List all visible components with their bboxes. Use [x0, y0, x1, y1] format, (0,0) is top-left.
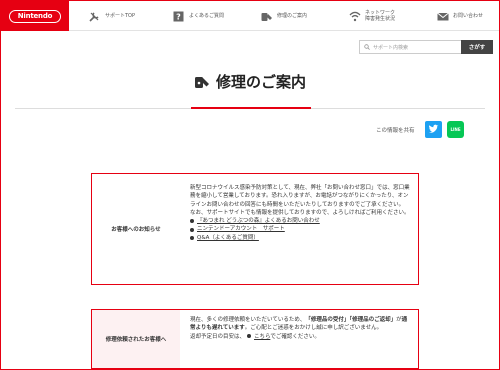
site-header: Nintendo サポートTOP ? よくあるご質問 修理のご案内 ネットワーク…	[1, 1, 499, 31]
link-animal-crossing-faq[interactable]: 『あつまれ どうぶつの森』よくあるお問い合わせ	[197, 217, 320, 225]
notice-heading: 修理依頼されたお客様へ	[105, 337, 167, 343]
title-underline	[191, 107, 311, 109]
svg-text:?: ?	[176, 12, 181, 21]
mail-icon	[437, 11, 449, 22]
nintendo-logo[interactable]: Nintendo	[1, 1, 69, 31]
support-search: サポート内検索 さがす	[359, 40, 493, 54]
notice-repair-customers: 修理依頼されたお客様へ 現在、多くの修理依頼をいただいているため、「修理品の受付…	[91, 309, 419, 369]
nav-faq[interactable]: ? よくあるご質問	[173, 1, 224, 31]
twitter-share-button[interactable]	[425, 121, 442, 138]
line-share-button[interactable]: LINE	[447, 121, 464, 138]
nav-label: 修理のご案内	[277, 13, 308, 19]
repair-icon	[261, 11, 272, 22]
bullet-icon	[247, 333, 252, 338]
twitter-icon	[429, 124, 439, 133]
list-item: 『あつまれ どうぶつの森』よくあるお問い合わせ	[190, 217, 410, 225]
logo-text: Nintendo	[9, 10, 61, 23]
bullet-icon	[190, 227, 194, 232]
bullet-icon	[190, 235, 194, 240]
nav-label: サポートTOP	[105, 13, 136, 19]
nav-label: お問い合わせ	[453, 13, 484, 19]
nav-contact[interactable]: お問い合わせ	[437, 1, 483, 31]
nav-support-top[interactable]: サポートTOP	[89, 1, 135, 31]
repair-icon	[194, 76, 209, 88]
bullet-icon	[190, 219, 194, 224]
nav-label: よくあるご質問	[189, 13, 225, 19]
list-item: ニンテンドーアカウント サポート	[190, 225, 410, 233]
title-area: 修理のご案内	[1, 71, 499, 93]
nav-repair[interactable]: 修理のご案内	[261, 1, 307, 31]
notice-customers: お客様へのお知らせ 新型コロナウイルス感染予防対策として、現在、弊社「お問い合わ…	[91, 173, 419, 285]
link-list: 『あつまれ どうぶつの森』よくあるお問い合わせ ニンテンドーアカウント サポート…	[190, 217, 410, 242]
share-label: この情報を共有	[376, 128, 415, 134]
notice-paragraph: 新型コロナウイルス感染予防対策として、現在、弊社「お問い合わせ窓口」では、窓口業…	[190, 185, 410, 208]
question-icon: ?	[173, 11, 184, 22]
link-return-date[interactable]: こちら	[254, 334, 270, 340]
link-nintendo-account-support[interactable]: ニンテンドーアカウント サポート	[197, 225, 285, 233]
nav-network-status[interactable]: ネットワーク 障害発生状況	[349, 1, 395, 31]
page-title: 修理のご案内	[194, 71, 306, 92]
link-qa[interactable]: Q&A（よくあるご質問）	[197, 234, 259, 242]
notice-paragraph: 返却予定日の目安は、 こちらでご確認ください。	[190, 333, 320, 340]
notice-heading: お客様へのお知らせ	[111, 227, 161, 233]
list-item: Q&A（よくあるご質問）	[190, 234, 410, 242]
search-icon	[364, 44, 370, 50]
nav-label: ネットワーク 障害発生状況	[365, 10, 396, 22]
page-title-text: 修理のご案内	[215, 73, 306, 91]
notice-body: 新型コロナウイルス感染予防対策として、現在、弊社「お問い合わせ窓口」では、窓口業…	[180, 174, 418, 284]
search-button[interactable]: さがす	[461, 40, 493, 54]
notice-paragraph: なお、サポートサイトでも情報を提供しておりますので、よろしければご利用ください。	[190, 209, 410, 216]
search-placeholder: サポート内検索	[373, 44, 409, 51]
line-icon: LINE	[450, 127, 461, 132]
notice-body: 現在、多くの修理依頼をいただいているため、「修理品の受付」「修理品のご返却」が通…	[180, 310, 418, 368]
search-input[interactable]: サポート内検索	[359, 40, 461, 54]
wrench-icon	[89, 11, 100, 22]
notice-paragraph: 現在、多くの修理依頼をいただいているため、「修理品の受付」「修理品のご返却」が通…	[190, 317, 408, 332]
wifi-icon	[349, 11, 361, 22]
